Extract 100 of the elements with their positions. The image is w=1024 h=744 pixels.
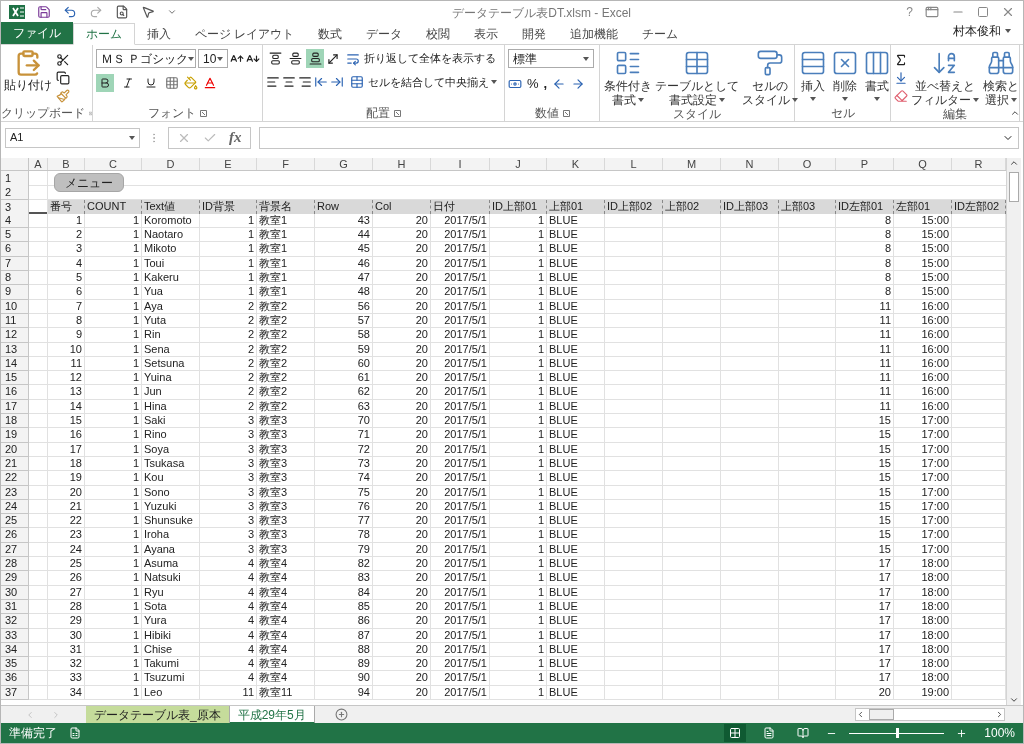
percent-button[interactable]: % — [527, 74, 539, 94]
ribbon-tab[interactable]: ページ レイアウト — [183, 23, 307, 44]
vertical-scrollbar[interactable] — [1006, 158, 1021, 705]
column-header[interactable]: G — [315, 158, 373, 170]
style-button[interactable]: セルの スタイル — [741, 49, 799, 107]
collapse-ribbon-icon[interactable] — [1010, 108, 1020, 118]
row-header[interactable]: 25 — [1, 514, 29, 529]
column-header[interactable]: C — [85, 158, 142, 170]
copy-icon[interactable] — [56, 71, 70, 85]
caret-icon[interactable] — [874, 97, 880, 101]
print-preview-icon[interactable] — [115, 5, 129, 19]
cells-button[interactable]: 挿入 — [798, 49, 828, 105]
add-sheet-icon[interactable] — [334, 708, 348, 721]
zoom-thumb[interactable] — [895, 728, 899, 738]
align-right-icon[interactable] — [298, 75, 312, 90]
insert-function-button[interactable]: fx — [229, 126, 242, 149]
ribbon-tab[interactable]: ホーム — [73, 23, 135, 45]
caret-icon[interactable] — [842, 97, 848, 101]
style-button[interactable]: テーブルとして 書式設定 — [654, 49, 740, 107]
row-header[interactable]: 5 — [1, 228, 29, 243]
arrow-left-icon[interactable] — [552, 76, 567, 91]
editing-button[interactable]: 並べ替えと フィルター — [910, 49, 980, 107]
user-name[interactable]: 村本俊和 — [953, 22, 1001, 40]
ribbon-tab[interactable]: 数式 — [306, 23, 355, 44]
column-header[interactable]: O — [779, 158, 836, 170]
scroll-left-icon[interactable] — [856, 710, 865, 719]
diagonal-arrow-icon[interactable] — [326, 51, 340, 66]
column-header[interactable]: B — [48, 158, 85, 170]
borders-icon[interactable] — [165, 76, 179, 90]
row-header[interactable]: 16 — [1, 385, 29, 400]
scroll-down-icon[interactable] — [1009, 695, 1019, 705]
row-header[interactable]: 8 — [1, 271, 29, 286]
column-header[interactable]: D — [142, 158, 200, 170]
column-header[interactable]: L — [605, 158, 663, 170]
caret-icon[interactable] — [1005, 29, 1011, 33]
column-header[interactable]: I — [431, 158, 490, 170]
fill-color-icon[interactable] — [184, 76, 198, 90]
dialog-launcher-icon[interactable] — [562, 109, 570, 117]
column-header[interactable]: M — [663, 158, 721, 170]
row-header[interactable]: 28 — [1, 557, 29, 572]
pointer-icon[interactable] — [141, 5, 155, 19]
save-icon[interactable] — [37, 5, 51, 19]
dialog-launcher-icon[interactable] — [394, 109, 401, 117]
cells-button[interactable]: 削除 — [830, 49, 860, 105]
editing-button[interactable]: 検索と 選択 — [982, 49, 1020, 107]
cut-icon[interactable] — [56, 53, 70, 67]
bold-button[interactable] — [96, 74, 114, 92]
sheet-tab[interactable]: 平成29年5月 — [229, 705, 315, 724]
comma-button[interactable]: , — [543, 74, 548, 94]
caret-icon[interactable] — [719, 98, 725, 102]
view-button[interactable] — [724, 724, 746, 742]
ribbon-tab[interactable]: 追加機能 — [558, 23, 631, 44]
font-color-icon[interactable] — [203, 76, 217, 90]
wrap-text-button[interactable]: 折り返して全体を表示する — [346, 50, 496, 67]
name-box[interactable]: A1 — [5, 127, 140, 148]
align-center-icon[interactable] — [282, 75, 296, 90]
style-button[interactable]: 条件付き 書式 — [603, 49, 653, 107]
scroll-thumb[interactable] — [1009, 172, 1019, 202]
vertical-align-button[interactable] — [306, 49, 324, 68]
column-header[interactable]: H — [373, 158, 431, 170]
scroll-up-icon[interactable] — [1009, 158, 1019, 168]
close-icon[interactable] — [1001, 5, 1015, 19]
help-button[interactable]: ? — [906, 3, 913, 21]
ribbon-tab[interactable]: 開発 — [510, 23, 559, 44]
scroll-right-icon[interactable] — [995, 710, 1004, 719]
row-header[interactable]: 9 — [1, 285, 29, 300]
row-header[interactable]: 26 — [1, 528, 29, 543]
column-header[interactable]: P — [836, 158, 894, 170]
row-header[interactable]: 36 — [1, 671, 29, 686]
row-header[interactable]: 18 — [1, 414, 29, 429]
caret-icon[interactable] — [129, 135, 135, 140]
sum-icon[interactable] — [894, 53, 908, 67]
formula-input[interactable] — [258, 126, 1019, 149]
font-name-field[interactable]: ＭＳ Ｐゴシック — [96, 49, 196, 68]
caret-icon[interactable] — [792, 98, 798, 102]
zoom-level[interactable]: 100% — [979, 724, 1015, 742]
paste-button[interactable]: 貼り付け — [4, 49, 52, 103]
caret-icon[interactable] — [638, 98, 644, 102]
caret-icon[interactable] — [810, 97, 816, 101]
ribbon-tab[interactable]: ファイル — [1, 22, 73, 44]
maximize-icon[interactable] — [977, 6, 989, 18]
ribbon-tab[interactable]: 表示 — [462, 23, 511, 44]
customize-icon[interactable] — [167, 7, 177, 17]
caret-icon[interactable] — [1011, 98, 1017, 102]
row-header[interactable]: 15 — [1, 371, 29, 386]
fill-icon[interactable] — [894, 71, 908, 85]
undo-icon[interactable] — [63, 5, 77, 19]
ribbon-display-icon[interactable] — [925, 5, 939, 19]
zoom-slider[interactable] — [849, 728, 944, 738]
row-header[interactable]: 29 — [1, 571, 29, 586]
sheet-tab[interactable]: データテーブル表_原本 — [86, 705, 230, 724]
column-header[interactable]: F — [257, 158, 315, 170]
number-format-field[interactable]: 標準 — [508, 49, 594, 68]
horizontal-scrollbar[interactable] — [855, 708, 1005, 721]
zoom-in-icon[interactable] — [956, 727, 967, 739]
caret-icon[interactable] — [973, 98, 979, 102]
column-header[interactable]: A — [29, 158, 48, 170]
font-size-field[interactable]: 10 — [198, 49, 228, 68]
column-header[interactable]: E — [200, 158, 257, 170]
caret-icon[interactable] — [188, 56, 195, 61]
